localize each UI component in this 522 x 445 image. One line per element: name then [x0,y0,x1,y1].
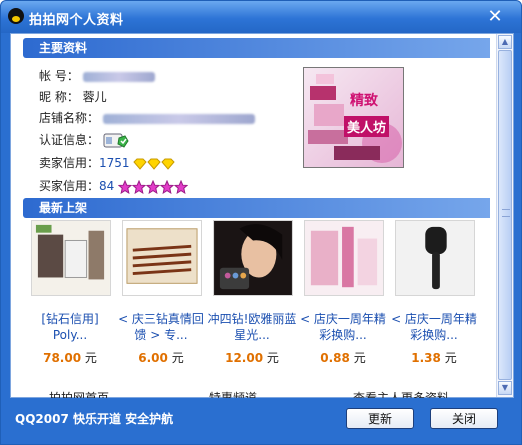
diamond-icon [147,158,162,170]
bottom-bar: QQ2007 快乐开道 安全护航 更新 关闭 [1,398,521,444]
product-name[interactable]: < 店庆一周年精彩换购... [389,311,479,343]
product-item[interactable]: [钻石信用] Poly... 78.00 元 [25,220,115,366]
buyer-credit-label: 买家信用： [39,179,100,193]
shop-name-row: 店铺名称： [39,109,255,126]
vertical-scrollbar[interactable]: ▲ ▼ [496,34,513,397]
grip-icon [502,209,510,217]
scroll-up-icon[interactable]: ▲ [498,35,512,49]
seller-credit-label: 卖家信用： [39,156,100,170]
profile-window: 拍拍网个人资料 ✕ 主要资料 帐 号： 昵 称： 蓉儿 店铺名称： 认证信息： [0,0,522,445]
product-item[interactable]: < 店庆一周年精彩换购... 1.38 元 [389,220,479,366]
star-icon [132,179,147,194]
shop-name-value [102,113,255,124]
verified-id-icon [103,133,129,148]
product-thumbnail[interactable] [304,220,384,296]
product-price: 1.38 元 [411,351,457,365]
star-icon [118,179,133,194]
product-thumbnail[interactable] [31,220,111,296]
section-main-info: 主要资料 [23,38,490,58]
product-thumbnail[interactable] [395,220,475,296]
seller-credit-row: 卖家信用：1751 [39,154,176,171]
window-title: 拍拍网个人资料 [29,13,124,28]
product-item[interactable]: < 庆三钻真情回馈 > 专... 6.00 元 [116,220,206,366]
account-row: 帐 号： [39,67,155,84]
refresh-button[interactable]: 更新 [346,408,414,429]
star-icon [160,179,175,194]
buyer-credit-row: 买家信用：84 [39,177,189,194]
seller-credit-value: 1751 [99,156,130,170]
product-name[interactable]: [钻石信用] Poly... [25,311,115,343]
product-price: 6.00 元 [138,351,184,365]
scroll-down-icon[interactable]: ▼ [498,381,512,395]
scroll-thumb[interactable] [498,50,512,380]
diamond-icon [161,158,176,170]
close-button[interactable]: 关闭 [430,408,498,429]
product-thumbnail[interactable] [122,220,202,296]
section-latest: 最新上架 [23,198,490,218]
product-price: 0.88 元 [320,351,366,365]
nickname-value: 蓉儿 [82,90,107,104]
star-icon [146,179,161,194]
logo-text-line2: 美人坊 [344,116,390,137]
product-item[interactable]: 冲四钻!欧雅丽蓝星光... 12.00 元 [207,220,297,366]
diamond-icon [133,158,148,170]
product-name[interactable]: < 店庆一周年精彩换购... [298,311,388,343]
verify-row: 认证信息： [39,131,129,150]
nickname-label: 昵 称： [39,90,79,104]
verify-label: 认证信息： [39,133,100,147]
close-icon[interactable]: ✕ [485,7,505,27]
qq-penguin-icon [8,8,24,24]
product-price: 78.00 元 [43,351,97,365]
content-area: 主要资料 帐 号： 昵 称： 蓉儿 店铺名称： 认证信息： 卖家信用：1751 [10,33,514,399]
product-name[interactable]: < 庆三钻真情回馈 > 专... [116,311,206,343]
shop-name-label: 店铺名称： [39,111,100,125]
nickname-row: 昵 称： 蓉儿 [39,88,107,105]
product-thumbnail[interactable] [213,220,293,296]
account-label: 帐 号： [39,69,79,83]
shop-logo[interactable]: 精致 美人坊 [303,67,404,168]
product-name[interactable]: 冲四钻!欧雅丽蓝星光... [207,311,297,343]
account-value [82,71,155,82]
product-item[interactable]: < 店庆一周年精彩换购... 0.88 元 [298,220,388,366]
logo-text-line1: 精致 [350,93,378,109]
slogan: QQ2007 快乐开道 安全护航 [15,412,174,426]
title-bar[interactable]: 拍拍网个人资料 ✕ [1,1,521,33]
star-icon [174,179,189,194]
buyer-credit-value: 84 [99,179,115,193]
product-price: 12.00 元 [225,351,279,365]
